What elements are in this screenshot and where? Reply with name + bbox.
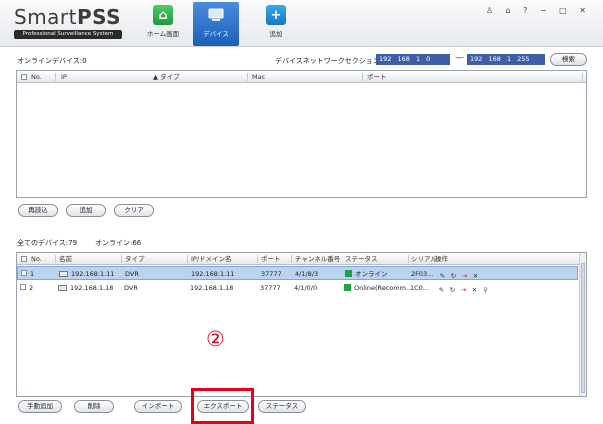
row-port: 37777	[261, 270, 282, 278]
row-status: Online(Recomm...	[344, 281, 412, 295]
status-button[interactable]: ステータス	[258, 400, 306, 413]
row-serial: 1C0...	[410, 284, 430, 292]
online-count-label: オンライン:66	[95, 239, 142, 247]
row-channel: 4/1/0/0	[294, 284, 318, 292]
row-no: 1	[30, 270, 35, 278]
row-name: 192.168.1.11	[59, 267, 114, 281]
row-channel: 4/1/8/3	[295, 270, 319, 278]
col-ip[interactable]: IP	[61, 71, 67, 83]
col-no[interactable]: No.	[31, 253, 42, 265]
add-button[interactable]: 追加	[66, 204, 106, 217]
logout-icon[interactable]: ⇥	[459, 283, 468, 297]
col-type[interactable]: タイプ	[125, 253, 145, 265]
online-devices-label: オンラインデバイス:0	[17, 57, 87, 65]
tab-device[interactable]: デバイス	[193, 2, 239, 46]
table-row[interactable]: 1 192.168.1.11 DVR 192.168.1.11 37777 4/…	[17, 266, 578, 280]
logo-text: SmartPSS	[14, 5, 122, 29]
online-device-table: No. IP ▲ タイプ Mac ポート	[16, 70, 587, 198]
select-all-checkbox[interactable]	[21, 74, 27, 80]
col-operation[interactable]: 操作	[435, 253, 448, 265]
all-table-header: No. 名前 タイプ IP/ドメイン名 ポート チャンネル番号 ステータス シリ…	[17, 253, 586, 265]
online-table-header: No. IP ▲ タイプ Mac ポート	[17, 71, 586, 83]
home-icon: ⌂	[153, 5, 173, 25]
col-channel[interactable]: チャンネル番号	[295, 253, 340, 265]
device-icon	[206, 5, 226, 25]
network-section-label: デバイスネットワークセクション:	[275, 57, 383, 65]
select-all-checkbox[interactable]	[21, 256, 27, 262]
scroll-thumb[interactable]	[581, 263, 585, 393]
all-device-table: No. 名前 タイプ IP/ドメイン名 ポート チャンネル番号 ステータス シリ…	[16, 252, 587, 397]
tab-home[interactable]: ⌂ ホーム画面	[140, 2, 186, 46]
row-port: 37777	[260, 284, 281, 292]
ip-end-field[interactable]: 192 168 1 255	[467, 54, 545, 65]
online-status-icon	[345, 270, 352, 277]
export-highlight-box	[191, 388, 254, 424]
reload-button[interactable]: 再読込	[18, 204, 58, 217]
table-row[interactable]: 2 192.168.1.18 DVR 192.168.1.18 37777 4/…	[17, 281, 578, 295]
col-port[interactable]: ポート	[367, 71, 387, 83]
refresh-icon[interactable]: ↻	[448, 283, 457, 297]
col-status[interactable]: ステータス	[345, 253, 378, 265]
window-controls[interactable]: ♙ ⌂ ? − □ ✕	[486, 6, 591, 15]
search-button[interactable]: 検索	[550, 53, 587, 66]
col-port[interactable]: ポート	[261, 253, 281, 265]
col-serial[interactable]: シリアル	[411, 253, 437, 265]
tab-device-label: デバイス	[203, 30, 229, 38]
row-checkbox[interactable]	[20, 284, 26, 290]
col-mac[interactable]: Mac	[252, 71, 265, 83]
ip-range-dash: —	[455, 53, 464, 63]
tab-home-label: ホーム画面	[146, 30, 180, 38]
row-serial: 2F03...	[411, 270, 434, 278]
import-button[interactable]: インポート	[134, 400, 182, 413]
row-type: DVR	[124, 284, 138, 292]
vertical-scrollbar[interactable]	[579, 253, 586, 396]
logo-subtitle: Professional Surveillance System	[14, 30, 122, 39]
app-header: SmartPSS Professional Surveillance Syste…	[0, 0, 603, 47]
row-operations: ✎ ↻ ⇥ ✕ ⚲	[437, 283, 492, 297]
tab-add[interactable]: + 追加	[253, 2, 299, 46]
col-type[interactable]: ▲ タイプ	[153, 71, 180, 83]
row-ip: 192.168.1.11	[191, 270, 235, 278]
col-no[interactable]: No.	[31, 71, 42, 83]
wrench-icon[interactable]: ⚲	[481, 283, 490, 297]
plus-icon: +	[266, 5, 286, 25]
row-name: 192.168.1.18	[58, 281, 113, 295]
dvr-icon	[59, 271, 68, 277]
delete-button[interactable]: 削除	[74, 400, 114, 413]
row-status: オンライン	[345, 267, 388, 281]
row-checkbox[interactable]	[21, 270, 27, 276]
all-devices-label: 全てのデバイス:79	[17, 239, 78, 247]
dvr-icon	[58, 285, 67, 291]
row-no: 2	[29, 284, 34, 292]
online-status-icon	[344, 284, 351, 291]
row-ip: 192.168.1.18	[190, 284, 234, 292]
app-logo: SmartPSS Professional Surveillance Syste…	[14, 6, 124, 39]
edit-icon[interactable]: ✎	[437, 283, 446, 297]
manual-add-button[interactable]: 手動追加	[18, 400, 62, 413]
col-name[interactable]: 名前	[59, 253, 72, 265]
tab-add-label: 追加	[269, 30, 283, 38]
row-type: DVR	[125, 270, 139, 278]
col-ip-domain[interactable]: IP/ドメイン名	[191, 253, 232, 265]
ip-start-field[interactable]: 192 168 1 0	[376, 54, 450, 65]
step-number-annotation: ②	[206, 327, 225, 351]
delete-icon[interactable]: ✕	[470, 283, 479, 297]
clear-button[interactable]: クリア	[114, 204, 154, 217]
